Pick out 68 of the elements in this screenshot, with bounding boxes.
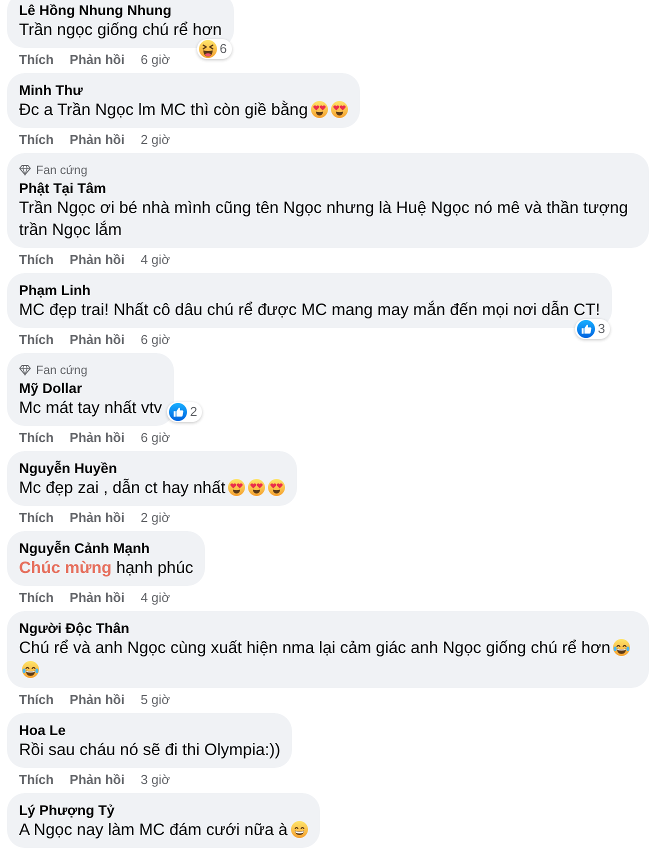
thumbs-up-icon: [576, 320, 595, 338]
comment-author[interactable]: Phạm Linh: [19, 281, 91, 299]
laughing-tears-face-icon: [613, 639, 630, 656]
reaction-count: 6: [220, 41, 227, 57]
comment-text: A Ngọc nay làm MC đám cưới nữa à: [19, 821, 288, 839]
heart-eyes-face-icon: [330, 101, 348, 118]
like-link[interactable]: Thích: [19, 332, 54, 348]
reply-link[interactable]: Phản hồi: [70, 430, 125, 446]
comment-text: Chúc mừng hạnh phúc: [19, 559, 194, 577]
timestamp-link[interactable]: 4 giờ: [140, 590, 170, 606]
like-link[interactable]: Thích: [19, 132, 54, 148]
like-link[interactable]: Thích: [19, 430, 54, 446]
fan-badge-label: Fan cứng: [36, 362, 88, 379]
timestamp-link[interactable]: 4 giờ: [140, 252, 170, 268]
laughing-tears-face-icon: [22, 661, 39, 678]
comment-author[interactable]: Lê Hồng Nhung Nhung: [19, 1, 172, 19]
diamond-icon: [19, 164, 31, 176]
comment-author[interactable]: Minh Thư: [19, 81, 83, 99]
like-link[interactable]: Thích: [19, 590, 54, 606]
reply-link[interactable]: Phản hồi: [70, 772, 125, 788]
comment-text: Chú rể và anh Ngọc cùng xuất hiện nma lại cảm giác anh Ngọc giống chú rể hơn: [19, 639, 610, 657]
heart-eyes-face-icon: [248, 479, 266, 496]
comment-author[interactable]: Phật Tại Tâm: [19, 179, 106, 197]
reply-link[interactable]: Phản hồi: [70, 52, 125, 68]
reply-link[interactable]: Phản hồi: [70, 132, 125, 148]
comment-author[interactable]: Nguyễn Huyền: [19, 459, 118, 477]
timestamp-link[interactable]: 6 giờ: [140, 332, 170, 348]
timestamp-link[interactable]: 3 giờ: [140, 772, 170, 788]
comment-author[interactable]: Lý Phượng Tỷ: [19, 801, 115, 819]
diamond-icon: [19, 364, 31, 376]
heart-eyes-face-icon: [268, 479, 286, 496]
like-link[interactable]: Thích: [19, 52, 54, 68]
comment-author[interactable]: Người Độc Thân: [19, 619, 130, 637]
comment-text: Trần Ngọc ơi bé nhà mình cũng tên Ngọc nhưng là Huệ Ngọc nó mê và thần tượng trần Ngọc lắm: [19, 199, 628, 239]
timestamp-link[interactable]: 2 giờ: [140, 510, 170, 526]
reaction-count: 3: [598, 321, 606, 337]
comment-text: MC đẹp trai! Nhất cô dâu chú rể được MC mang may mắn đến mọi nơi dẫn CT!: [19, 301, 600, 319]
reaction-badge[interactable]: 3: [574, 319, 610, 339]
reaction-badge[interactable]: 6: [196, 39, 232, 59]
comment-author[interactable]: Mỹ Dollar: [19, 379, 82, 397]
comment-author[interactable]: Nguyễn Cảnh Mạnh: [19, 539, 150, 557]
timestamp-link[interactable]: 2 giờ: [140, 132, 170, 148]
comment-text: Đc a Trần Ngọc lm MC thì còn giề bằng: [19, 101, 308, 119]
comment-text: Rồi sau cháu nó sẽ đi thi Olympia:)): [19, 741, 280, 759]
comment-text: Mc đẹp zai , dẫn ct hay nhất: [19, 479, 226, 497]
fan-badge-label: Fan cứng: [36, 162, 88, 179]
laughing-face-icon: [198, 40, 217, 58]
timestamp-link[interactable]: 6 giờ: [140, 52, 170, 68]
reaction-badge[interactable]: 2: [167, 402, 202, 422]
timestamp-link[interactable]: 5 giờ: [140, 692, 170, 708]
like-link[interactable]: Thích: [19, 252, 54, 268]
comment-text: Trần ngọc giống chú rể hơn: [19, 21, 222, 39]
thumbs-up-icon: [169, 403, 188, 421]
reaction-count: 2: [190, 404, 198, 420]
comment-text: Mc mát tay nhất vtv: [19, 399, 162, 417]
reply-link[interactable]: Phản hồi: [70, 332, 125, 348]
like-link[interactable]: Thích: [19, 510, 54, 526]
heart-eyes-face-icon: [228, 479, 246, 496]
comment-author[interactable]: Hoa Le: [19, 721, 66, 739]
like-link[interactable]: Thích: [19, 692, 54, 708]
timestamp-link[interactable]: 6 giờ: [140, 430, 170, 446]
reply-link[interactable]: Phản hồi: [70, 510, 125, 526]
heart-eyes-face-icon: [310, 101, 328, 118]
reply-link[interactable]: Phản hồi: [70, 590, 125, 606]
like-link[interactable]: Thích: [19, 772, 54, 788]
reply-link[interactable]: Phản hồi: [70, 692, 125, 708]
reply-link[interactable]: Phản hồi: [70, 252, 125, 268]
grinning-face-icon: [290, 821, 308, 838]
